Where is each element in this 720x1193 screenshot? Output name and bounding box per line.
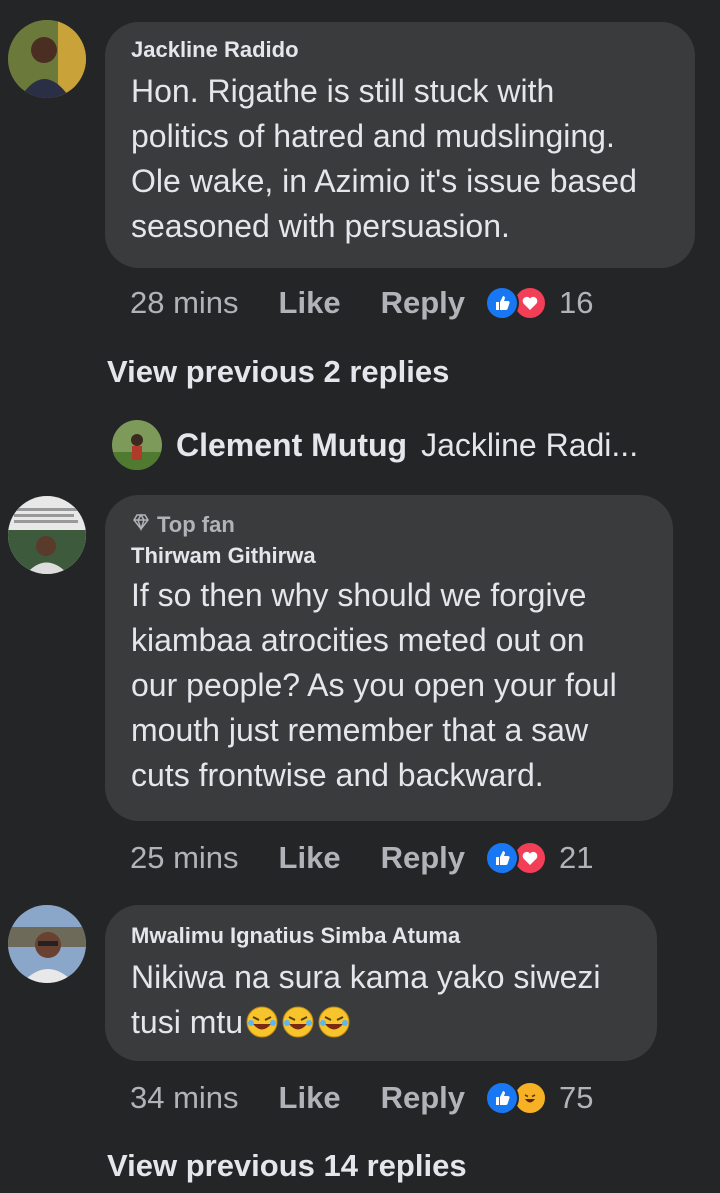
rofl-emoji-icon [281, 1005, 315, 1039]
reply-author[interactable]: Clement Mutug [176, 427, 407, 464]
reply-button[interactable]: Reply [381, 1080, 465, 1116]
like-button[interactable]: Like [279, 1080, 341, 1116]
comment-author[interactable]: Mwalimu Ignatius Simba Atuma [131, 923, 631, 949]
collapsed-reply[interactable]: Clement Mutug Jackline Radi... [112, 420, 638, 470]
comment-text: Nikiwa na sura kama yako siwezi tusi mtu [131, 959, 601, 1040]
rofl-emoji-icon [317, 1005, 351, 1039]
view-previous-replies-link[interactable]: View previous 14 replies [107, 1148, 467, 1184]
like-icon [485, 1081, 519, 1115]
reaction-count[interactable]: 75 [559, 1080, 593, 1116]
like-button[interactable]: Like [279, 840, 341, 876]
avatar-jackline[interactable] [8, 20, 86, 98]
comment-bubble: Mwalimu Ignatius Simba Atuma Nikiwa na s… [105, 905, 657, 1061]
comment-timestamp[interactable]: 34 mins [130, 1080, 239, 1116]
reactions[interactable] [485, 1081, 547, 1115]
comment-author[interactable]: Jackline Radido [131, 37, 669, 63]
reactions[interactable] [485, 841, 547, 875]
comment-text: If so then why should we forgive kiambaa… [131, 577, 617, 793]
reaction-count[interactable]: 21 [559, 840, 593, 876]
reply-button[interactable]: Reply [381, 840, 465, 876]
comment-actions: 25 mins Like Reply 21 [130, 838, 593, 878]
like-button[interactable]: Like [279, 285, 341, 321]
rofl-emoji-icon [245, 1005, 279, 1039]
avatar-thirwam[interactable] [8, 496, 86, 574]
reply-preview: Jackline Radi... [421, 426, 639, 463]
comment-text: Hon. Rigathe is still stuck with politic… [131, 73, 637, 244]
comment-author[interactable]: Thirwam Githirwa [131, 543, 647, 569]
comment-actions: 34 mins Like Reply 75 [130, 1078, 593, 1118]
comment-actions: 28 mins Like Reply 16 [130, 283, 593, 323]
diamond-icon [131, 511, 151, 539]
view-previous-replies-link[interactable]: View previous 2 replies [107, 354, 449, 390]
comment-bubble: Jackline Radido Hon. Rigathe is still st… [105, 22, 695, 268]
comment-bubble: Top fan Thirwam Githirwa If so then why … [105, 495, 673, 821]
comment-timestamp[interactable]: 28 mins [130, 285, 239, 321]
top-fan-badge: Top fan [131, 511, 647, 539]
avatar-clement[interactable] [112, 420, 162, 470]
avatar-mwalimu[interactable] [8, 905, 86, 983]
reply-button[interactable]: Reply [381, 285, 465, 321]
reactions[interactable] [485, 286, 547, 320]
like-icon [485, 841, 519, 875]
like-icon [485, 286, 519, 320]
comment-timestamp[interactable]: 25 mins [130, 840, 239, 876]
reaction-count[interactable]: 16 [559, 285, 593, 321]
